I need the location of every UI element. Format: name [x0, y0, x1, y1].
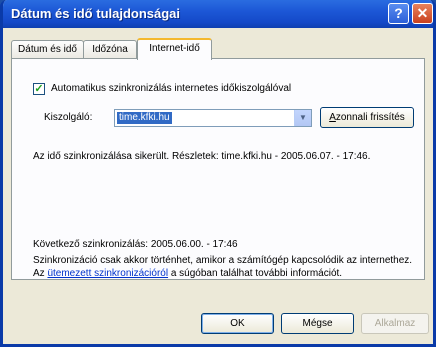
- window-title: Dátum és idő tulajdonságai: [11, 6, 181, 21]
- title-bar[interactable]: Dátum és idő tulajdonságai ? ✕: [3, 0, 433, 28]
- chevron-down-icon[interactable]: ▼: [294, 110, 311, 126]
- ok-button[interactable]: OK: [201, 313, 274, 334]
- server-value: time.kfki.hu: [117, 112, 172, 124]
- server-label: Kiszolgáló:: [44, 112, 93, 123]
- update-now-button[interactable]: Azonnali frissítés: [320, 107, 414, 128]
- tab-time-zone[interactable]: Időzóna: [83, 40, 137, 59]
- close-button[interactable]: ✕: [412, 3, 433, 24]
- apply-button[interactable]: Alkalmaz: [361, 313, 429, 334]
- internet-time-panel: ✓ Automatikus szinkronizálás internetes …: [11, 58, 425, 280]
- tab-date-time[interactable]: Dátum és idő: [11, 40, 84, 59]
- scheduled-sync-help-link[interactable]: ütemezett szinkronizációról: [47, 268, 168, 279]
- cancel-button[interactable]: Mégse: [281, 313, 354, 334]
- sync-info-after: a súgóban találhat további információt.: [168, 268, 343, 279]
- sync-status-text: Az idő szinkronizálása sikerült. Részlet…: [33, 151, 371, 162]
- tab-internet-time[interactable]: Internet-idő: [137, 38, 212, 60]
- auto-sync-checkbox[interactable]: ✓: [33, 83, 45, 95]
- update-now-accesskey: A: [329, 112, 336, 123]
- auto-sync-label[interactable]: Automatikus szinkronizálás internetes id…: [51, 83, 291, 94]
- dialog-window: Dátum és idő tulajdonságai ? ✕ Dátum és …: [0, 0, 436, 347]
- update-now-label: zonnali frissítés: [335, 112, 405, 123]
- next-sync-text: Következő szinkronizálás: 2005.06.00. - …: [33, 239, 238, 250]
- help-button[interactable]: ?: [388, 3, 409, 24]
- sync-info-text: Szinkronizáció csak akkor történhet, ami…: [33, 254, 423, 280]
- server-combobox[interactable]: time.kfki.hu ▼: [114, 109, 312, 127]
